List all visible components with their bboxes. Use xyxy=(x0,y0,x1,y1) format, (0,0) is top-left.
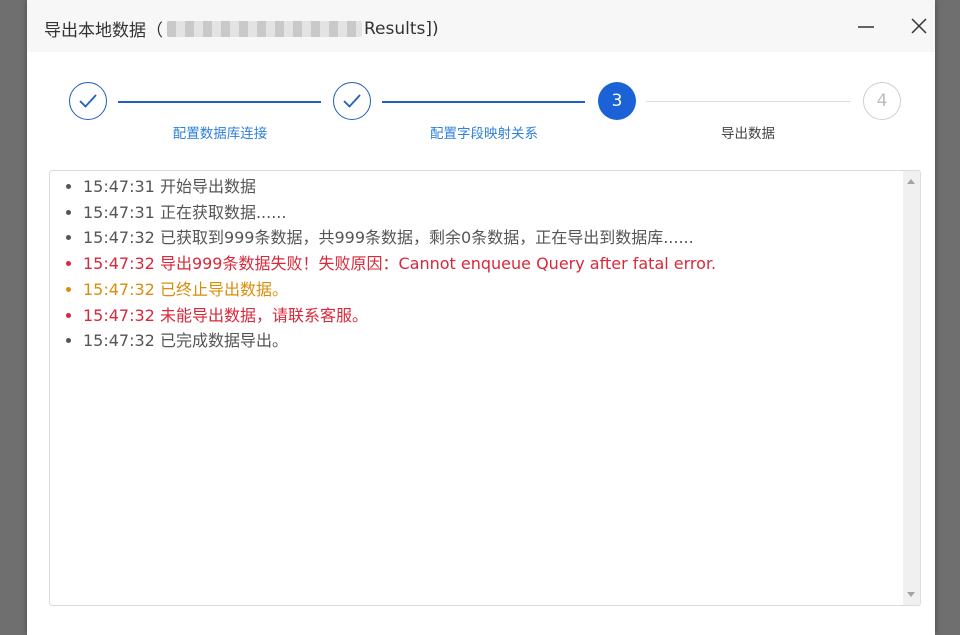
close-icon xyxy=(911,18,927,34)
log-scrollbar[interactable] xyxy=(903,171,920,605)
step-3-number: 3 xyxy=(611,91,623,111)
check-icon xyxy=(343,94,361,108)
step-3-label: 导出数据 xyxy=(721,126,775,142)
log-entry: 15:47:31 正在获取数据...... xyxy=(83,200,920,226)
log-entry: 15:47:32 已完成数据导出。 xyxy=(83,328,920,354)
export-dialog: 导出本地数据（ Results]) 配置数据库连接 配置字段映射关系 3 导出数… xyxy=(27,0,935,635)
step-2-label: 配置字段映射关系 xyxy=(430,126,538,142)
step-3-circle: 3 xyxy=(598,82,636,120)
step-2-circle xyxy=(333,82,371,120)
step-4-circle: 4 xyxy=(863,82,901,120)
step-4-number: 4 xyxy=(876,91,888,111)
dialog-title-prefix: 导出本地数据（ xyxy=(44,21,163,41)
step-connector-2 xyxy=(382,101,585,103)
background-overlay-left xyxy=(0,0,27,635)
dialog-title: 导出本地数据（ Results]) xyxy=(44,16,439,42)
close-button[interactable] xyxy=(907,14,931,38)
background-overlay-right xyxy=(935,0,960,635)
export-log-panel: 15:47:31 开始导出数据 15:47:31 正在获取数据...... 15… xyxy=(49,170,921,606)
step-progress: 配置数据库连接 配置字段映射关系 3 导出数据 4 xyxy=(27,52,935,152)
log-entry-error: 15:47:32 导出999条数据失败！失败原因：Cannot enqueue … xyxy=(83,251,920,277)
redacted-title-segment xyxy=(167,20,362,37)
step-connector-3 xyxy=(646,101,851,102)
step-connector-1 xyxy=(118,101,321,103)
dialog-titlebar: 导出本地数据（ Results]) xyxy=(27,0,935,52)
scroll-up-arrow-icon[interactable] xyxy=(907,179,915,184)
log-entry-warning: 15:47:32 已终止导出数据。 xyxy=(83,277,920,303)
log-entry: 15:47:31 开始导出数据 xyxy=(83,174,920,200)
check-icon xyxy=(79,94,97,108)
step-1-label: 配置数据库连接 xyxy=(172,126,268,142)
minimize-icon xyxy=(858,26,874,28)
step-1-circle xyxy=(69,82,107,120)
dialog-title-suffix: Results]) xyxy=(364,18,439,39)
scroll-down-arrow-icon[interactable] xyxy=(907,592,915,597)
log-entry-error: 15:47:32 未能导出数据，请联系客服。 xyxy=(83,303,920,329)
log-entry: 15:47:32 已获取到999条数据，共999条数据，剩余0条数据，正在导出到… xyxy=(83,225,920,251)
export-log-list: 15:47:31 开始导出数据 15:47:31 正在获取数据...... 15… xyxy=(50,171,920,354)
minimize-button[interactable] xyxy=(854,14,878,38)
